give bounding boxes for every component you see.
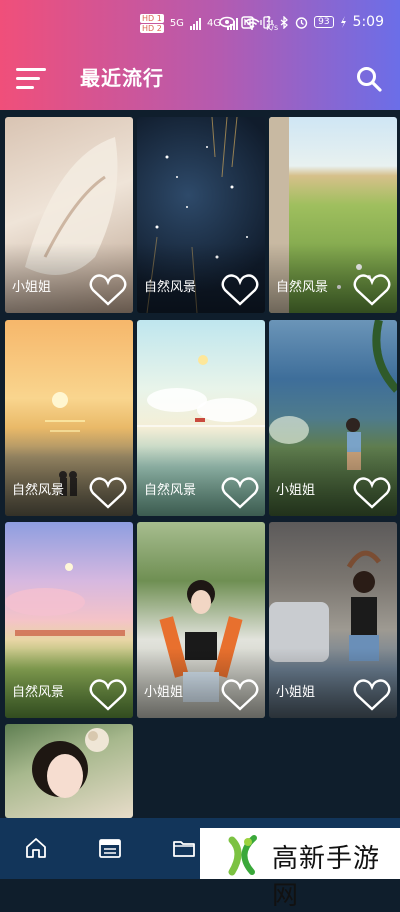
site-watermark: 高新手游网	[200, 828, 400, 911]
eye-icon	[219, 16, 235, 28]
card-category-label: 自然风景	[144, 483, 197, 498]
status-bar: HD 1 HD 2 5G 4G 2 K/s 93 5:09	[0, 0, 400, 40]
heart-icon[interactable]	[221, 273, 259, 307]
home-icon[interactable]	[24, 836, 48, 860]
heart-icon[interactable]	[353, 678, 391, 712]
heart-icon[interactable]	[353, 273, 391, 307]
card-category-label: 小姐姐	[144, 685, 184, 700]
nfc-icon	[241, 15, 254, 29]
vibrate-icon	[260, 15, 273, 29]
card-category-label: 自然风景	[12, 483, 65, 498]
wallpaper-card[interactable]: 自然风景	[5, 320, 133, 516]
wallpaper-card[interactable]	[5, 724, 133, 818]
status-right: 93 5:09	[219, 14, 384, 30]
heart-icon[interactable]	[89, 678, 127, 712]
card-category-label: 自然风景	[144, 280, 197, 295]
wallpaper-card[interactable]: 自然风景	[269, 117, 397, 313]
card-category-label: 小姐姐	[276, 685, 316, 700]
card-category-label: 自然风景	[12, 685, 65, 700]
watermark-text: 高新手游网	[272, 844, 381, 911]
card-category-label: 小姐姐	[12, 280, 52, 295]
wallpaper-card[interactable]: 自然风景	[137, 320, 265, 516]
charging-icon	[340, 16, 346, 28]
calendar-icon[interactable]	[98, 836, 122, 860]
hd1-badge: HD 1	[140, 14, 164, 23]
wallpaper-card[interactable]: 小姐姐	[269, 522, 397, 718]
signal-icon	[189, 17, 201, 30]
clock-time: 5:09	[352, 14, 384, 30]
wallpaper-card[interactable]: 小姐姐	[5, 117, 133, 313]
heart-icon[interactable]	[89, 476, 127, 510]
heart-icon[interactable]	[89, 273, 127, 307]
hd2-badge: HD 2	[140, 24, 164, 33]
page-title: 最近流行	[80, 66, 164, 90]
heart-icon[interactable]	[353, 476, 391, 510]
network-5g-label: 5G	[169, 18, 184, 29]
wallpaper-card[interactable]: 自然风景	[137, 117, 265, 313]
search-icon[interactable]	[356, 66, 382, 92]
hamburger-menu-icon[interactable]	[16, 68, 46, 90]
battery-indicator: 93	[314, 16, 334, 28]
wallpaper-card[interactable]: 自然风景	[5, 522, 133, 718]
wallpaper-illustration	[32, 728, 109, 798]
wallpaper-image	[5, 724, 133, 818]
app-header: HD 1 HD 2 5G 4G 2 K/s 93 5:09 最近流行	[0, 0, 400, 110]
folder-icon[interactable]	[172, 836, 196, 860]
wallpaper-card[interactable]: 小姐姐	[269, 320, 397, 516]
watermark-logo-icon	[228, 835, 257, 876]
alarm-icon	[295, 16, 308, 29]
card-category-label: 自然风景	[276, 280, 329, 295]
wallpaper-card[interactable]: 小姐姐	[137, 522, 265, 718]
heart-icon[interactable]	[221, 678, 259, 712]
heart-icon[interactable]	[221, 476, 259, 510]
card-category-label: 小姐姐	[276, 483, 316, 498]
bluetooth-icon	[280, 15, 289, 29]
